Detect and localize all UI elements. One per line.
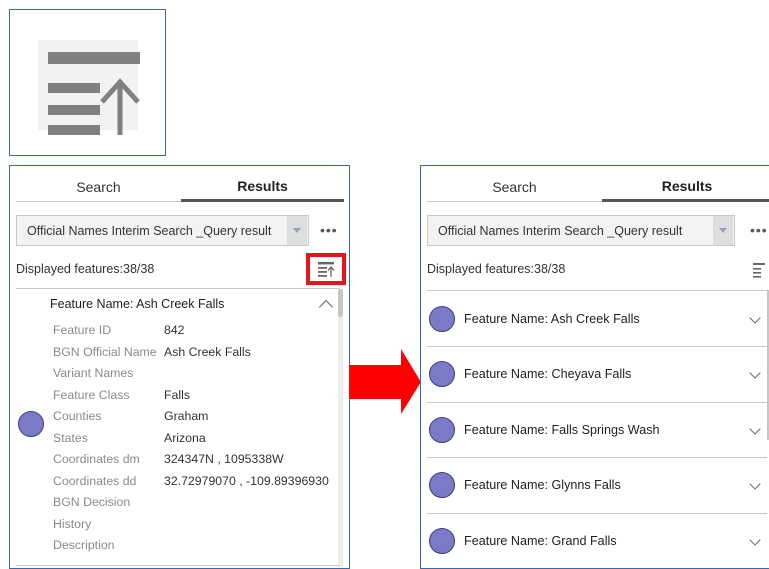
list-item[interactable]: Feature Name: Grand Falls [421,514,769,568]
results-panel-expanded: Search Results Official Names Interim Se… [9,165,350,569]
feature-name: Feature Name: Falls Springs Wash [464,423,660,437]
expand-chevron-icon[interactable] [749,312,761,324]
query-result-select-value: Official Names Interim Search _Query res… [438,223,683,238]
query-result-select-value: Official Names Interim Search _Query res… [27,223,272,238]
attr-value: Falls [164,388,190,402]
feature-marker-icon [18,411,44,437]
feature-marker-icon [429,528,455,554]
tab-bar: Search Results [427,172,769,204]
list-item[interactable]: Feature Name: Glynns Falls [421,458,769,513]
sort-icon-callout [9,9,166,156]
more-options-icon[interactable]: ••• [320,222,338,238]
feature-marker-icon [429,306,455,332]
attr-label: Feature Class [53,388,130,402]
attr-label: Variant Names [53,366,134,380]
displayed-features-count: Displayed features:38/38 [427,262,566,276]
scrollbar-track[interactable] [338,317,343,567]
query-result-select[interactable]: Official Names Interim Search _Query res… [16,215,309,246]
divider [427,290,767,291]
attr-label: Coordinates dd [53,474,137,488]
tab-search[interactable]: Search [16,172,181,202]
displayed-features-count: Displayed features:38/38 [16,262,155,276]
divider [16,288,340,289]
attr-label: Feature ID [53,323,112,337]
sort-ascending-icon [48,52,140,135]
feature-marker-icon [429,417,455,443]
attr-value: Ash Creek Falls [164,345,251,359]
feature-name: Feature Name: Cheyava Falls [464,367,632,381]
feature-name: Feature Name: Grand Falls [464,534,617,548]
tab-results[interactable]: Results [181,172,344,202]
attr-label: BGN Decision [53,495,131,509]
query-result-select[interactable]: Official Names Interim Search _Query res… [427,215,735,246]
right-arrow-icon [349,349,421,414]
attr-value: Arizona [164,431,206,445]
feature-marker-icon [429,361,455,387]
attr-label: States [53,431,88,445]
feature-name: Feature Name: Ash Creek Falls [464,312,640,326]
tab-search[interactable]: Search [427,172,602,202]
results-panel-collapsed: Search Results Official Names Interim Se… [420,165,769,569]
collapse-chevron-icon[interactable] [318,299,334,315]
feature-name: Feature Name: Glynns Falls [464,478,621,492]
attr-value: Graham [164,409,209,423]
list-item[interactable]: Feature Name: Ash Creek Falls [421,292,769,347]
expand-chevron-icon[interactable] [749,478,761,490]
attr-label: Description [53,538,115,552]
tab-results[interactable]: Results [602,172,769,202]
attr-value: 324347N , 1095338W [164,452,284,466]
feature-title: Feature Name: Ash Creek Falls [50,297,225,311]
chevron-down-icon[interactable] [287,216,307,245]
attr-value: 842 [164,323,185,337]
sort-descending-icon[interactable] [753,262,769,278]
tab-bar: Search Results [16,172,344,204]
attr-label: History [53,517,92,531]
attr-label: BGN Official Name [53,345,157,359]
chevron-down-icon[interactable] [713,216,733,245]
scrollbar-thumb[interactable] [338,289,343,317]
sort-ascending-icon [318,262,335,277]
more-options-icon[interactable]: ••• [750,222,768,238]
expand-chevron-icon[interactable] [749,534,761,546]
feature-marker-icon [429,472,455,498]
expand-chevron-icon[interactable] [749,423,761,435]
divider [16,565,340,566]
attr-label: Coordinates dm [53,452,140,466]
attr-label: Counties [53,409,102,423]
expand-chevron-icon[interactable] [749,367,761,379]
attr-value: 32.72979070 , -109.89396930 [164,474,329,488]
list-item[interactable]: Feature Name: Cheyava Falls [421,347,769,402]
list-item[interactable]: Feature Name: Falls Springs Wash [421,403,769,458]
sort-button-highlighted[interactable] [306,253,346,285]
